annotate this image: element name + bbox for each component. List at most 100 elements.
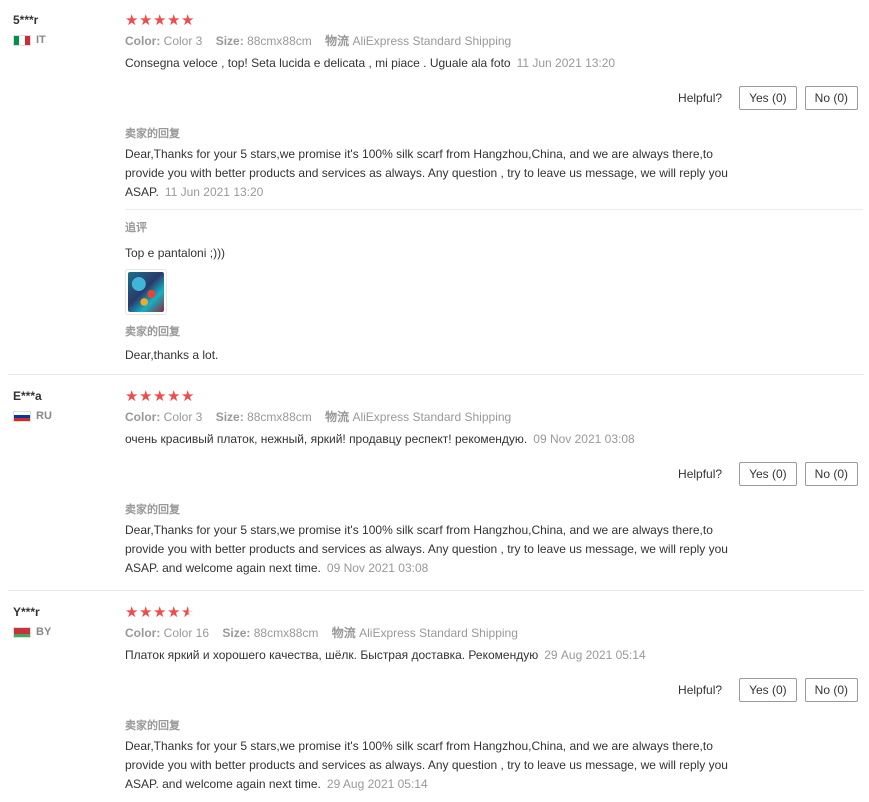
seller-reply: 卖家的回复 Dear,Thanks for your 5 stars,we pr…	[125, 126, 865, 202]
seller-reply-date: 09 Nov 2021 03:08	[326, 561, 429, 575]
helpful-no-button[interactable]: No (0)	[804, 86, 858, 110]
review-body: Платок яркий и хорошего качества, шёлк. …	[125, 648, 539, 662]
seller-reply-title: 卖家的回复	[125, 504, 180, 516]
star-icon: ★	[153, 387, 167, 405]
reviewer-info: Y***r BY	[13, 604, 51, 638]
review-date: 11 Jun 2021 13:20	[516, 56, 616, 70]
review-date: 09 Nov 2021 03:08	[533, 432, 635, 446]
review-text: очень красивый платок, нежный, яркий! пр…	[125, 431, 865, 447]
helpful-yes-button[interactable]: Yes (0)	[739, 462, 797, 486]
shipping-value: AliExpress Standard Shipping	[359, 626, 518, 640]
review-photo-thumbnail[interactable]	[125, 269, 167, 315]
color-label: Color:	[125, 34, 161, 48]
seller-reply-title: 卖家的回复	[125, 720, 180, 732]
star-icon: ★	[125, 11, 139, 29]
seller-reply-text: Dear,Thanks for your 5 stars,we promise …	[125, 145, 735, 202]
star-icon: ★	[139, 603, 153, 621]
russia-flag-icon	[13, 410, 31, 422]
seller-reply-date: 29 Aug 2021 05:14	[326, 777, 428, 791]
review-content: ★ ★ ★ ★ ★ Color: Color 3 Size: 88cmx88cm 物流 …	[125, 388, 865, 447]
helpful-label: Helpful?	[678, 91, 723, 105]
reviewer-name: E***a	[13, 389, 42, 403]
followup-text: Top e pantaloni ;)))	[125, 246, 226, 260]
helpful-no-button[interactable]: No (0)	[804, 678, 858, 702]
helpful-label: Helpful?	[678, 467, 723, 481]
star-icon: ★	[125, 387, 139, 405]
helpful-label: Helpful?	[678, 683, 723, 697]
helpful-votes: Helpful? Yes (0) No (0)	[678, 678, 858, 702]
size-value: 88cmx88cm	[253, 626, 319, 640]
seller-reply-date: 11 Jun 2021 13:20	[164, 185, 264, 199]
review-body: Consegna veloce , top! Seta lucida e del…	[125, 56, 511, 70]
size-label: Size:	[222, 626, 251, 640]
star-icon: ★	[181, 11, 195, 29]
color-label: Color:	[125, 410, 161, 424]
star-icon: ★	[167, 387, 181, 405]
reviewer-info: E***a RU	[13, 388, 52, 422]
followup-seller-reply-text: Dear,thanks a lot.	[125, 348, 219, 362]
size-value: 88cmx88cm	[247, 410, 312, 424]
followup-images	[125, 269, 865, 315]
review-text: Платок яркий и хорошего качества, шёлк. …	[125, 647, 865, 663]
star-rating: ★ ★ ★ ★ ★	[125, 12, 865, 28]
country-code: BY	[36, 626, 52, 638]
reviewer-name: Y***r	[13, 605, 40, 619]
shipping-value: AliExpress Standard Shipping	[352, 34, 512, 48]
half-star-icon: ★	[181, 603, 195, 621]
reviewer-info: 5***r IT	[13, 12, 46, 46]
size-value: 88cmx88cm	[247, 34, 312, 48]
reviewer-name: 5***r	[13, 13, 39, 27]
seller-reply-text: Dear,Thanks for your 5 stars,we promise …	[125, 737, 735, 794]
seller-reply: 卖家的回复 Dear,Thanks for your 5 stars,we pr…	[125, 718, 865, 794]
size-label: Size:	[215, 34, 244, 48]
color-value: Color 3	[163, 34, 203, 48]
shipping-label: 物流	[331, 626, 356, 640]
star-rating: ★ ★ ★ ★ ★	[125, 604, 865, 620]
helpful-no-button[interactable]: No (0)	[804, 462, 858, 486]
star-icon: ★	[125, 603, 139, 621]
shipping-label: 物流	[325, 34, 350, 48]
review-content: ★ ★ ★ ★ ★ Color: Color 16 Size: 88cmx88cm 物流…	[125, 604, 865, 663]
country-code: IT	[36, 34, 46, 46]
review-body: очень красивый платок, нежный, яркий! пр…	[125, 432, 528, 446]
review-content: ★ ★ ★ ★ ★ Color: Color 3 Size: 88cmx88cm 物流 …	[125, 12, 865, 71]
shipping-value: AliExpress Standard Shipping	[352, 410, 512, 424]
seller-reply-title: 卖家的回复	[125, 128, 180, 140]
size-label: Size:	[215, 410, 244, 424]
italy-flag-icon	[13, 34, 31, 46]
reviewer-country: IT	[13, 34, 46, 46]
reviewer-country: BY	[13, 626, 51, 638]
helpful-votes: Helpful? Yes (0) No (0)	[678, 86, 858, 110]
belarus-flag-icon	[13, 626, 31, 638]
star-rating: ★ ★ ★ ★ ★	[125, 388, 865, 404]
country-code: RU	[36, 410, 52, 422]
star-icon: ★	[139, 11, 153, 29]
review-divider	[8, 590, 864, 591]
review-divider	[8, 374, 864, 375]
followup-title: 追评	[125, 222, 147, 234]
star-icon: ★	[181, 387, 195, 405]
star-icon: ★	[139, 387, 153, 405]
followup-divider	[125, 209, 863, 210]
color-value: Color 3	[163, 410, 203, 424]
shipping-label: 物流	[325, 410, 350, 424]
star-icon: ★	[153, 11, 167, 29]
helpful-votes: Helpful? Yes (0) No (0)	[678, 462, 858, 486]
review-text: Consegna veloce , top! Seta lucida e del…	[125, 55, 865, 71]
sku-attributes: Color: Color 16 Size: 88cmx88cm 物流 AliEx…	[125, 625, 865, 641]
seller-reply: 卖家的回复 Dear,Thanks for your 5 stars,we pr…	[125, 502, 865, 578]
scarf-photo	[128, 272, 164, 312]
helpful-yes-button[interactable]: Yes (0)	[739, 678, 797, 702]
color-value: Color 16	[163, 626, 210, 640]
star-icon: ★	[167, 603, 181, 621]
followup-seller-reply-title: 卖家的回复	[125, 326, 180, 338]
star-icon: ★	[167, 11, 181, 29]
sku-attributes: Color: Color 3 Size: 88cmx88cm 物流 AliExp…	[125, 409, 865, 425]
seller-reply-text: Dear,Thanks for your 5 stars,we promise …	[125, 521, 735, 578]
followup-review: 追评 Top e pantaloni ;))) 卖家的回复 Dear,thank…	[125, 220, 865, 363]
sku-attributes: Color: Color 3 Size: 88cmx88cm 物流 AliExp…	[125, 33, 865, 49]
reviewer-country: RU	[13, 410, 52, 422]
star-icon: ★	[153, 603, 167, 621]
helpful-yes-button[interactable]: Yes (0)	[739, 86, 797, 110]
color-label: Color:	[125, 626, 161, 640]
